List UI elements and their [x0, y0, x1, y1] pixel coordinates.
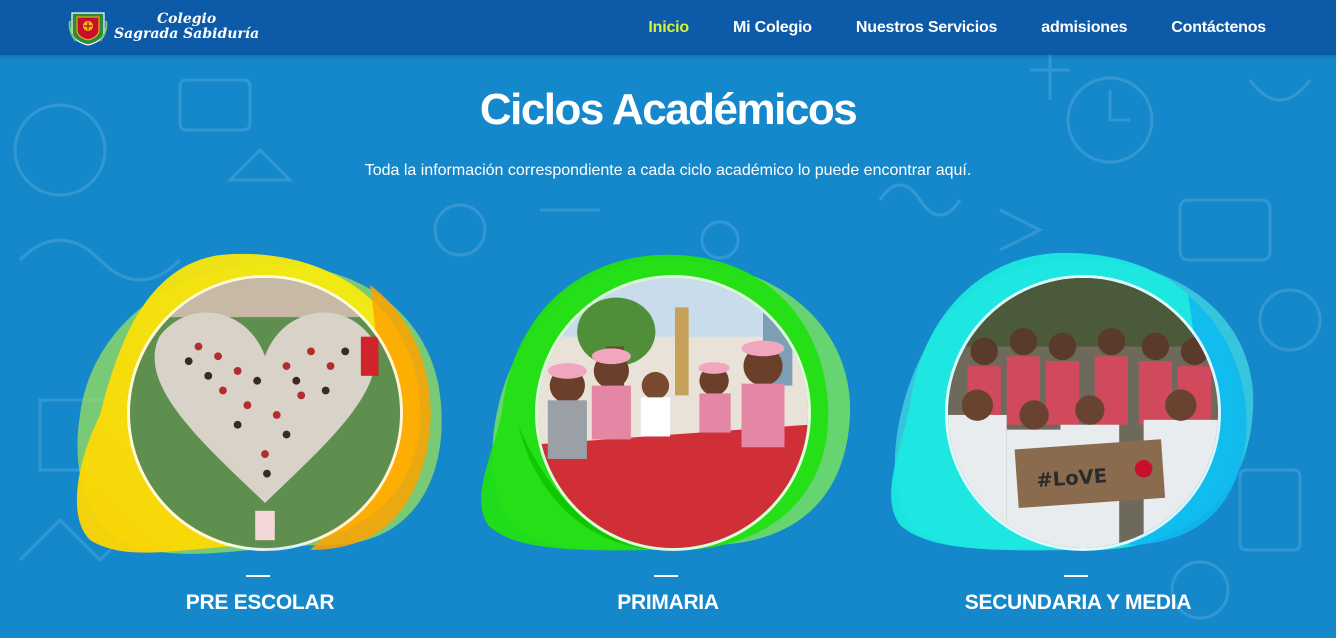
nav-item-contactenos[interactable]: Contáctenos [1171, 19, 1266, 37]
children-heart-photo-image [130, 278, 400, 548]
title-divider [246, 575, 270, 577]
title-divider [654, 575, 678, 577]
nav-item-admisiones[interactable]: admisiones [1041, 19, 1127, 37]
school-logo[interactable]: Colegio Sagrada Sabiduría [68, 6, 259, 48]
cycle-card-secundaria-y-media: #LoVE SECUNDARIA Y MEDIA [888, 245, 1268, 625]
school-name: Colegio Sagrada Sabiduría [114, 12, 259, 42]
cycle-title-pre-escolar[interactable]: PRE ESCOLAR [70, 591, 450, 615]
cycle-title-primaria[interactable]: PRIMARIA [478, 591, 858, 615]
section-subtitle: Toda la información correspondiente a ca… [364, 162, 972, 179]
nav-item-mi-colegio[interactable]: Mi Colegio [733, 19, 812, 37]
nav-item-inicio[interactable]: Inicio [648, 19, 689, 37]
school-name-line1: Colegio [157, 11, 217, 27]
primaria-photo[interactable] [535, 275, 811, 551]
cycle-title-secundaria-y-media[interactable]: SECUNDARIA Y MEDIA [888, 591, 1268, 615]
main-menu: Inicio Mi Colegio Nuestros Servicios adm… [648, 0, 1266, 55]
section-title: Ciclos Académicos [479, 85, 858, 134]
teenagers-group-photo-image: #LoVE [948, 278, 1218, 548]
title-divider [1064, 575, 1088, 577]
top-navbar: Colegio Sagrada Sabiduría Inicio Mi Cole… [0, 0, 1336, 55]
school-name-line2: Sagrada Sabiduría [114, 26, 260, 42]
cycle-card-pre-escolar: PRE ESCOLAR [70, 245, 450, 625]
svg-text:#LoVE: #LoVE [1036, 464, 1108, 492]
secundaria-photo[interactable]: #LoVE [945, 275, 1221, 551]
nav-item-nuestros-servicios[interactable]: Nuestros Servicios [856, 19, 998, 37]
students-table-photo-image [538, 278, 808, 548]
cycle-card-primaria: PRIMARIA [478, 245, 858, 625]
school-crest-icon [68, 12, 108, 46]
pre-escolar-photo[interactable] [127, 275, 403, 551]
